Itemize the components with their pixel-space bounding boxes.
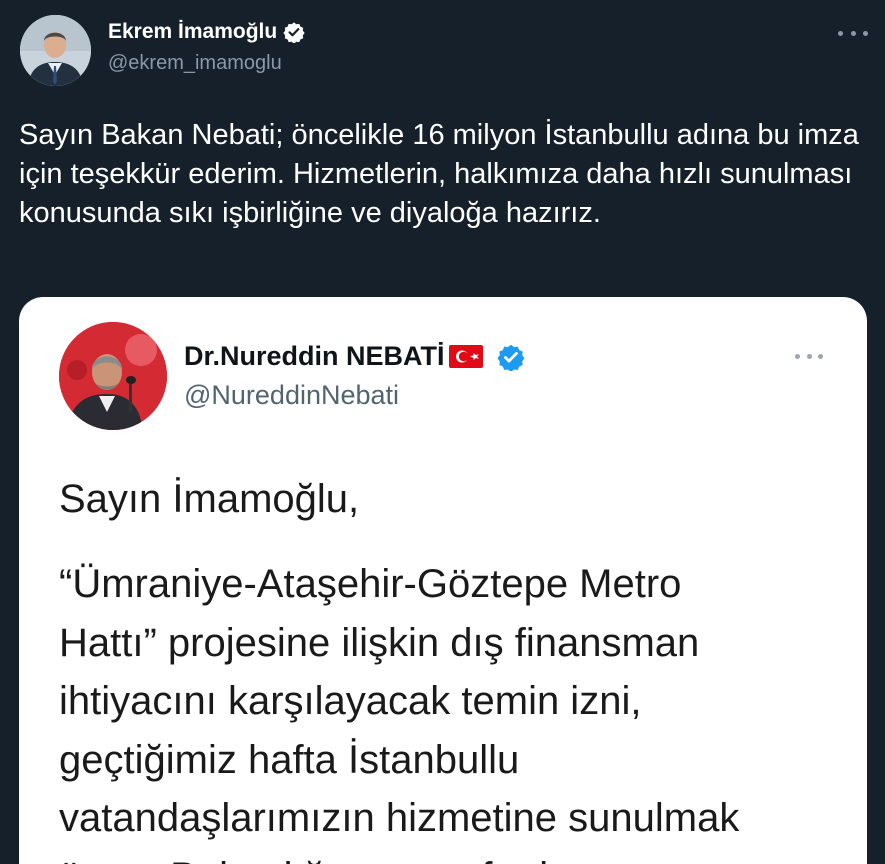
more-options-icon: [795, 349, 823, 363]
author-name[interactable]: Ekrem İmamoğlu: [108, 20, 305, 44]
tweet-text: Sayın Bakan Nebati; öncelikle 16 milyon …: [19, 119, 859, 229]
embedded-author-avatar: [59, 322, 167, 430]
letter-line: “Ümraniye-Ataşehir-Göztepe Metro: [59, 562, 682, 606]
tweet-image[interactable]: Dr.Nureddin NEBATİ @NureddinNebati Sayın…: [19, 297, 867, 864]
letter-line: vatandaşlarımızın hizmetine sunulmak: [59, 796, 740, 840]
author-handle[interactable]: @ekrem_imamoglu: [108, 52, 282, 75]
tweet: Ekrem İmamoğlu @ekrem_imamoglu Sayın Bak…: [0, 0, 885, 864]
embedded-author-name: Dr.Nureddin NEBATİ: [184, 341, 525, 372]
embedded-author-name-text: Dr.Nureddin NEBATİ: [184, 341, 445, 371]
verified-badge-icon: [283, 21, 305, 43]
verified-badge-icon: [496, 343, 525, 371]
letter-body: “Ümraniye-Ataşehir-Göztepe Metro Hattı” …: [59, 555, 849, 864]
letter-line: üzere Bakanlığımız tarafından: [59, 848, 849, 864]
turkey-flag-icon: [448, 345, 483, 368]
author-avatar[interactable]: [20, 15, 91, 86]
letter-salutation: Sayın İmamoğlu,: [59, 477, 360, 521]
embedded-author-avatar-image: [59, 322, 167, 430]
author-name-text: Ekrem İmamoğlu: [108, 20, 278, 43]
embedded-author-handle: @NureddinNebati: [184, 380, 400, 410]
letter-line: geçtiğimiz hafta İstanbullu: [59, 737, 520, 782]
more-options-icon[interactable]: [838, 23, 868, 43]
letter-line: ihtiyacını karşılayacak temin izni,: [59, 679, 642, 723]
letter-line: Hattı” projesine ilişkin dış finansman: [59, 620, 700, 665]
author-avatar-image: [20, 15, 91, 86]
